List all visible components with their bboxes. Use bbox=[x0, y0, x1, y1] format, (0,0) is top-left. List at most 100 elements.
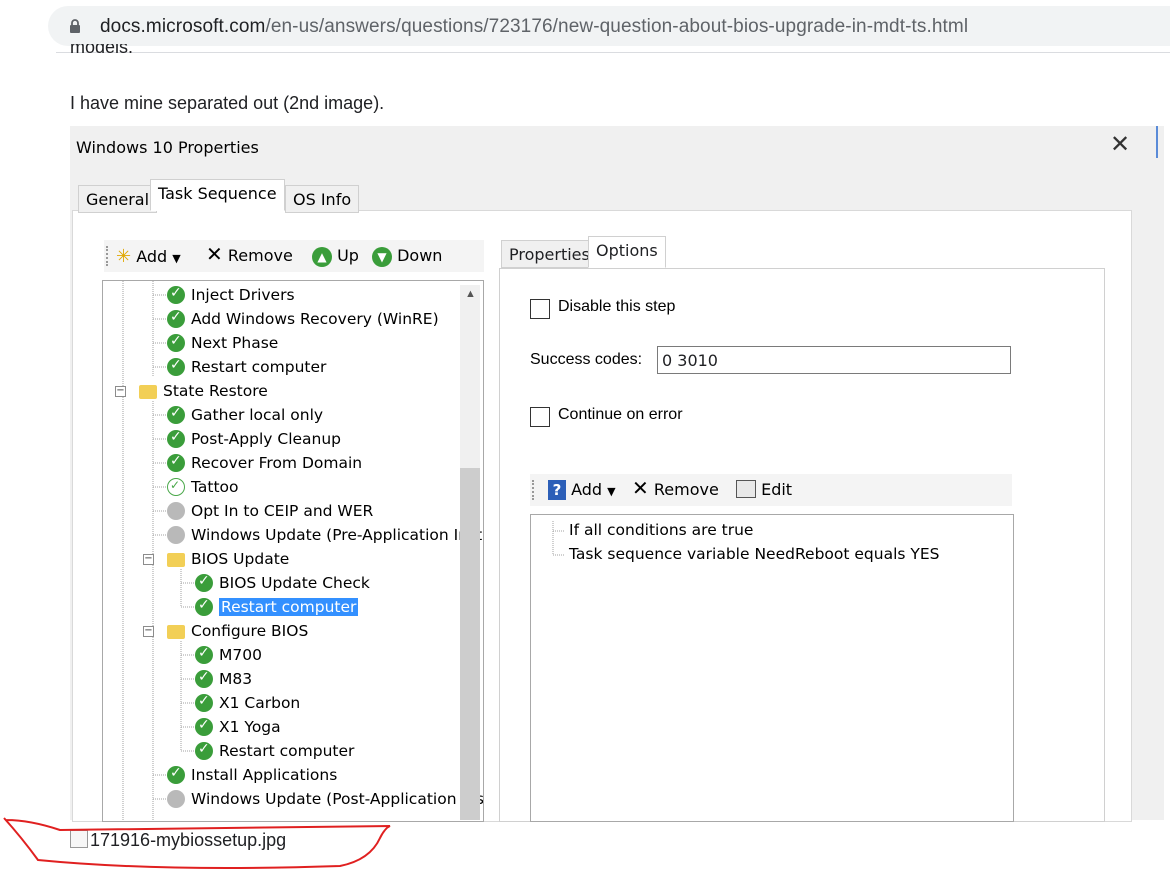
tree-item[interactable]: M83 bbox=[103, 668, 463, 690]
edit-condition-button[interactable]: Edit bbox=[736, 480, 792, 499]
tree-item[interactable]: Post-Apply Cleanup bbox=[103, 428, 463, 450]
disable-step-checkbox[interactable] bbox=[530, 299, 550, 319]
tree-item[interactable]: Restart computer bbox=[103, 740, 463, 762]
check-icon bbox=[195, 645, 213, 664]
disable-step-label: Disable this step bbox=[558, 298, 676, 315]
tree-item[interactable]: Restart computer bbox=[103, 596, 463, 618]
folder-icon bbox=[139, 385, 157, 399]
collapse-icon[interactable]: − bbox=[115, 386, 126, 397]
task-toolbar: ✳ Add ▼ ✕ Remove ▲ Up ▼ Down bbox=[104, 240, 484, 272]
tree-item-label: Inject Drivers bbox=[191, 286, 295, 304]
tree-item-label: Opt In to CEIP and WER bbox=[191, 502, 374, 520]
tree-item[interactable]: X1 Yoga bbox=[103, 716, 463, 738]
tree-item-label: State Restore bbox=[163, 382, 268, 400]
tree-item-label: Configure BIOS bbox=[191, 622, 309, 640]
tab-properties[interactable]: Properties bbox=[501, 240, 598, 268]
check-icon bbox=[167, 405, 185, 424]
tree-item-label: Restart computer bbox=[219, 598, 359, 616]
disabled-icon bbox=[167, 502, 185, 520]
tab-general[interactable]: General bbox=[78, 185, 158, 213]
close-icon[interactable]: ✕ bbox=[1110, 133, 1130, 157]
check-icon bbox=[195, 693, 213, 712]
tree-item[interactable]: − State Restore bbox=[103, 380, 463, 402]
tree-item-label: M700 bbox=[219, 646, 262, 664]
tree-item-label: Next Phase bbox=[191, 334, 279, 352]
folder-icon bbox=[167, 625, 185, 639]
x-icon: ✕ bbox=[206, 242, 223, 266]
add-condition-button[interactable]: ? Add ▼ bbox=[548, 480, 616, 500]
check-icon bbox=[167, 429, 185, 448]
help-icon: ? bbox=[548, 480, 566, 500]
disabled-icon bbox=[167, 526, 185, 544]
tab-options[interactable]: Options bbox=[588, 236, 666, 268]
tree-item[interactable]: Opt In to CEIP and WER bbox=[103, 500, 463, 522]
hollow-check-icon bbox=[167, 478, 185, 496]
tree-item[interactable]: Windows Update (Post-Application Ins bbox=[103, 788, 483, 810]
tree-item-label: Post-Apply Cleanup bbox=[191, 430, 342, 448]
lock-icon bbox=[70, 19, 80, 33]
tree-item[interactable]: Recover From Domain bbox=[103, 452, 463, 474]
dialog-title: Windows 10 Properties bbox=[76, 138, 259, 157]
window-edge bbox=[1156, 126, 1158, 158]
check-icon bbox=[195, 669, 213, 688]
toolbar-grip bbox=[532, 480, 536, 500]
clipped-text: models. bbox=[70, 44, 134, 57]
tab-os-info[interactable]: OS Info bbox=[285, 185, 360, 213]
tree-item[interactable]: − BIOS Update bbox=[103, 548, 463, 570]
tree-item[interactable]: Restart computer bbox=[103, 356, 463, 378]
down-arrow-icon: ▼ bbox=[372, 247, 392, 267]
remove-button[interactable]: ✕ Remove bbox=[206, 244, 293, 265]
tree-item[interactable]: Install Applications bbox=[103, 764, 463, 786]
check-icon bbox=[167, 453, 185, 472]
post-paragraph: I have mine separated out (2nd image). bbox=[70, 93, 385, 113]
success-codes-label: Success codes: bbox=[530, 351, 643, 368]
tree-item[interactable]: Inject Drivers bbox=[103, 284, 463, 306]
remove-condition-button[interactable]: ✕ Remove bbox=[632, 478, 719, 499]
tree-item-label: Add Windows Recovery (WinRE) bbox=[191, 310, 439, 328]
check-icon bbox=[195, 597, 213, 616]
disabled-icon bbox=[167, 790, 185, 808]
address-bar[interactable]: docs.microsoft.com/en-us/answers/questio… bbox=[48, 6, 1170, 46]
task-tree[interactable]: Inject Drivers Add Windows Recovery (WinR… bbox=[102, 280, 484, 822]
edit-icon bbox=[736, 480, 756, 498]
continue-on-error-label: Continue on error bbox=[558, 406, 683, 423]
tree-item[interactable]: Add Windows Recovery (WinRE) bbox=[103, 308, 463, 330]
url-text[interactable]: docs.microsoft.com/en-us/answers/questio… bbox=[100, 16, 968, 38]
tree-item-label: X1 Carbon bbox=[219, 694, 301, 712]
tree-item-label: Windows Update (Post-Application Ins bbox=[191, 790, 484, 808]
tree-item[interactable]: − Configure BIOS bbox=[103, 620, 463, 642]
check-icon bbox=[167, 333, 185, 352]
continue-on-error-checkbox[interactable] bbox=[530, 407, 550, 427]
tree-item-label: Restart computer bbox=[219, 742, 355, 760]
tree-item[interactable]: X1 Carbon bbox=[103, 692, 463, 714]
add-button[interactable]: ✳ Add ▼ bbox=[116, 246, 181, 267]
tree-item-label: Windows Update (Pre-Application Inst bbox=[191, 526, 483, 544]
success-codes-input[interactable]: 0 3010 bbox=[657, 346, 1011, 374]
down-button[interactable]: ▼ Down bbox=[372, 246, 442, 267]
tab-task-sequence[interactable]: Task Sequence bbox=[150, 179, 285, 211]
tree-item[interactable]: Next Phase bbox=[103, 332, 463, 354]
tree-item[interactable]: BIOS Update Check bbox=[103, 572, 463, 594]
tree-item[interactable]: Tattoo bbox=[103, 476, 463, 498]
tree-item-label: Gather local only bbox=[191, 406, 324, 424]
tree-item[interactable]: Windows Update (Pre-Application Inst bbox=[103, 524, 482, 546]
scroll-up-icon[interactable]: ▲ bbox=[465, 288, 476, 300]
scrollbar-thumb[interactable] bbox=[460, 468, 480, 820]
check-icon bbox=[195, 717, 213, 736]
tree-item[interactable]: Gather local only bbox=[103, 404, 463, 426]
condition-item[interactable]: Task sequence variable NeedReboot equals… bbox=[569, 545, 940, 563]
tree-item-label: Restart computer bbox=[191, 358, 327, 376]
red-annotation-outline bbox=[3, 817, 391, 869]
chevron-down-icon: ▼ bbox=[172, 252, 181, 265]
up-button[interactable]: ▲ Up bbox=[312, 246, 359, 267]
tree-item-label: Recover From Domain bbox=[191, 454, 363, 472]
check-icon bbox=[167, 357, 185, 376]
tree-item[interactable]: M700 bbox=[103, 644, 463, 666]
toolbar-grip bbox=[106, 246, 110, 266]
condition-item[interactable]: If all conditions are true bbox=[569, 521, 753, 539]
condition-toolbar: ? Add ▼ ✕ Remove Edit bbox=[530, 474, 1012, 506]
collapse-icon[interactable]: − bbox=[143, 554, 154, 565]
tree-item-label: X1 Yoga bbox=[219, 718, 281, 736]
condition-list[interactable]: If all conditions are true Task sequence… bbox=[530, 514, 1014, 822]
collapse-icon[interactable]: − bbox=[143, 626, 154, 637]
